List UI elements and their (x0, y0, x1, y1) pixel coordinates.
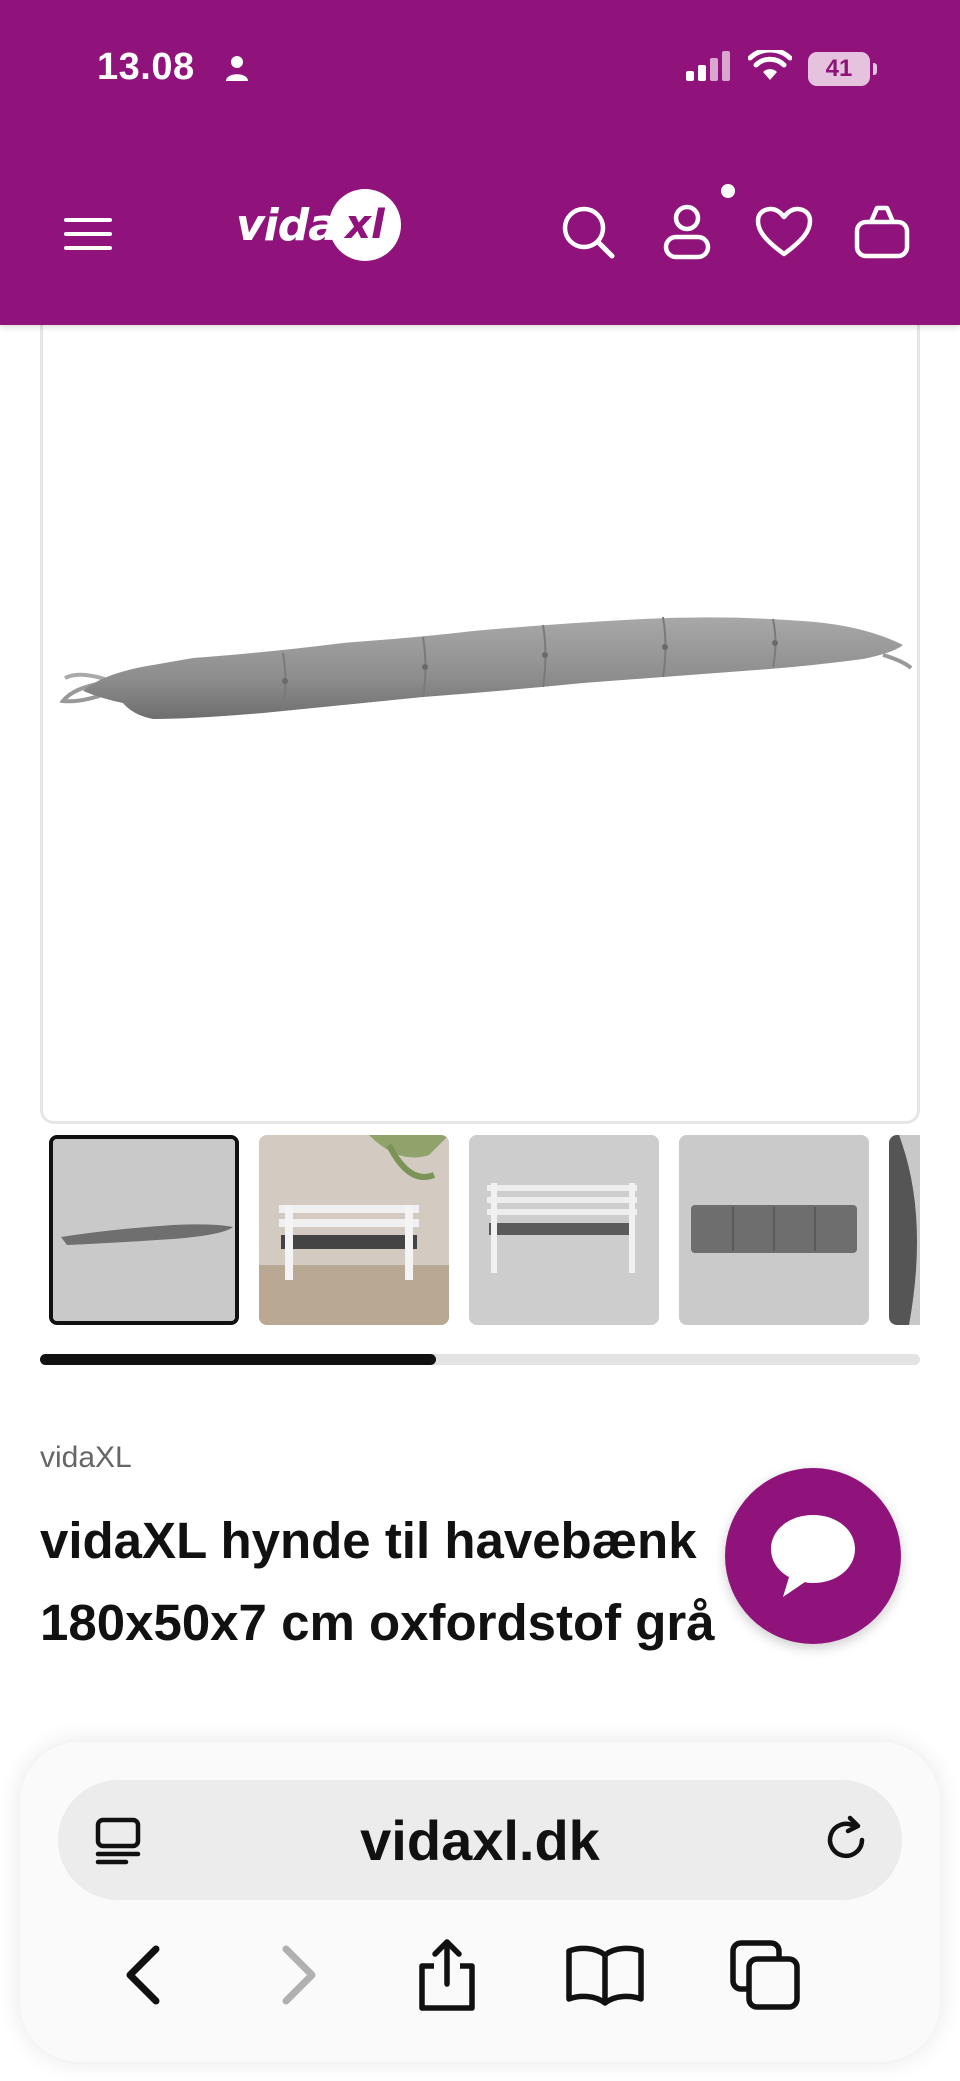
heart-icon[interactable] (752, 202, 816, 262)
thumbnail-bench-cushion[interactable] (469, 1135, 659, 1325)
thumbnail-bench-garden[interactable] (259, 1135, 449, 1325)
url-text[interactable]: vidaxl.dk (58, 1780, 902, 1900)
notification-dot (721, 184, 735, 198)
bookmarks-icon[interactable] (560, 1930, 650, 2020)
person-icon (224, 54, 250, 87)
product-main-image[interactable] (40, 300, 920, 1124)
gallery-scrollbar-thumb[interactable] (40, 1354, 436, 1365)
tabs-icon[interactable] (720, 1930, 810, 2020)
browser-toolbar: vidaxl.dk (20, 1742, 940, 2062)
logo-text: vida (236, 199, 338, 251)
back-icon[interactable] (98, 1930, 188, 2020)
chat-button[interactable] (725, 1468, 901, 1644)
status-time: 13.08 (97, 46, 195, 88)
vidaxl-logo[interactable]: vida xl (236, 189, 401, 261)
status-bar: 13.08 41 (0, 0, 960, 140)
gallery-scrollbar[interactable] (40, 1354, 920, 1365)
signal-icon (686, 51, 732, 86)
share-icon[interactable] (402, 1930, 492, 2020)
account-icon[interactable] (656, 200, 718, 264)
search-icon[interactable] (556, 200, 620, 264)
chat-bubble-icon (771, 1515, 855, 1597)
thumbnail-cushion[interactable] (49, 1135, 239, 1325)
battery-indicator: 41 (808, 51, 877, 86)
thumbnail-strip[interactable] (49, 1135, 920, 1325)
reload-icon[interactable] (820, 1814, 872, 1871)
thumbnail-cushion-top[interactable] (679, 1135, 869, 1325)
address-bar[interactable]: vidaxl.dk (58, 1780, 902, 1900)
forward-icon[interactable] (254, 1930, 344, 2020)
product-brand[interactable]: vidaXL (40, 1441, 132, 1475)
site-header: 13.08 41 vida xl (0, 0, 960, 325)
menu-icon[interactable] (56, 204, 120, 264)
logo-mark: xl (328, 189, 401, 261)
wifi-icon (747, 47, 793, 87)
thumbnail-cushion-detail[interactable] (889, 1135, 920, 1325)
status-icons: 41 (686, 47, 877, 87)
basket-icon[interactable] (850, 200, 914, 264)
